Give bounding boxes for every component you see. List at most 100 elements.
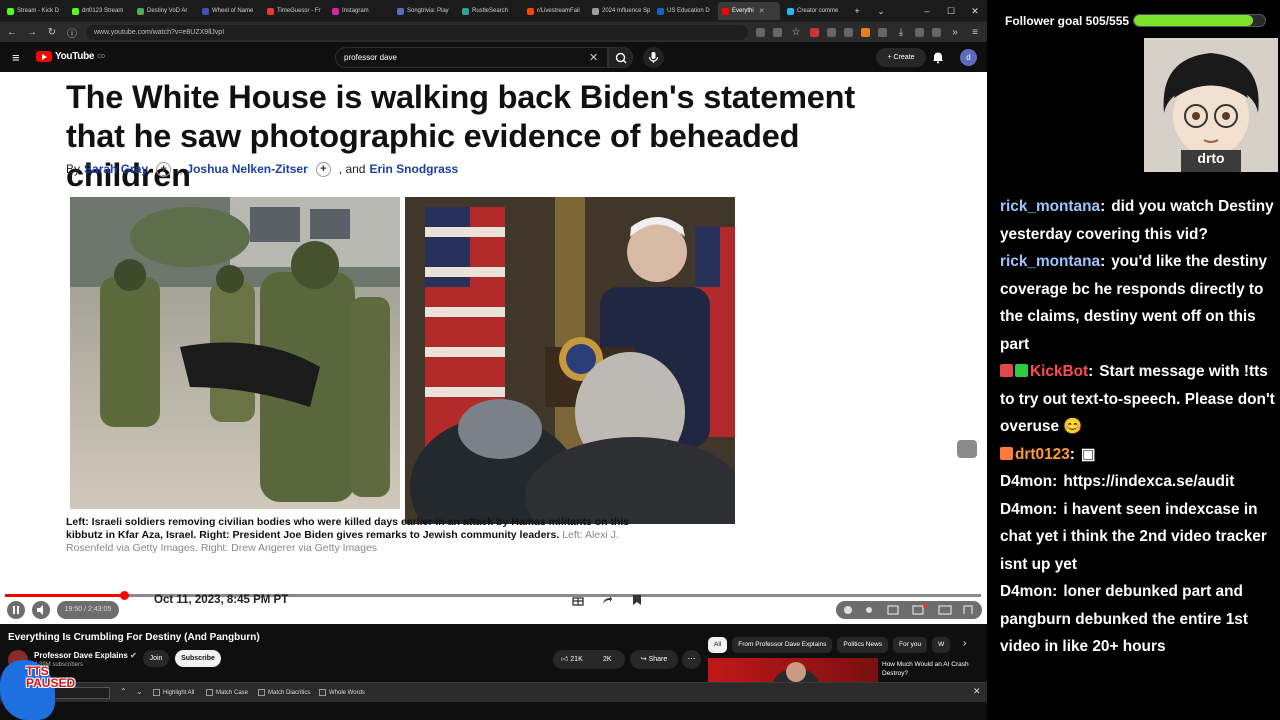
close-tab-icon[interactable]: ✕ bbox=[759, 7, 765, 15]
tab-label: Creator comme bbox=[797, 8, 839, 14]
browser-tab[interactable]: Creator comme bbox=[783, 2, 845, 20]
extension-icon[interactable] bbox=[756, 27, 765, 37]
channel-name[interactable]: Professor Dave Explains ✔ bbox=[34, 651, 137, 660]
search-button[interactable] bbox=[608, 47, 633, 68]
filter-chip[interactable]: W bbox=[932, 637, 951, 653]
filter-chip[interactable]: All bbox=[708, 637, 728, 653]
browser-tab[interactable]: US Education D bbox=[653, 2, 715, 20]
find-option[interactable]: Highlight All bbox=[153, 689, 194, 696]
tab-label: Stream - Kick D bbox=[17, 8, 60, 14]
maximize-icon[interactable]: ☐ bbox=[939, 6, 963, 17]
browser-tab[interactable]: Destiny VoD Ar bbox=[133, 2, 195, 20]
chat-username[interactable]: rick_montana: bbox=[1000, 198, 1105, 215]
notifications-bell-icon[interactable] bbox=[931, 50, 945, 64]
bookmark-icon[interactable] bbox=[631, 594, 643, 606]
follower-goal-fill bbox=[1134, 15, 1254, 26]
youtube-logo[interactable]: YouTube CO bbox=[36, 51, 105, 62]
video-player[interactable]: The White House is walking back Biden's … bbox=[0, 72, 987, 624]
like-button[interactable]: 👍︎ 21K bbox=[561, 650, 583, 669]
browser-tab[interactable]: r/LivestreamFail bbox=[523, 2, 585, 20]
extension-icon[interactable] bbox=[932, 27, 941, 37]
chat-username[interactable]: drt0123: bbox=[1015, 446, 1075, 463]
overflow-chevron-icon[interactable]: » bbox=[949, 27, 961, 38]
volume-button[interactable] bbox=[32, 601, 50, 619]
checkbox-icon[interactable] bbox=[206, 689, 213, 696]
extension-icon[interactable] bbox=[810, 27, 819, 37]
hamburger-menu-icon[interactable]: ≡ bbox=[12, 50, 20, 65]
back-icon[interactable]: ← bbox=[6, 27, 18, 38]
more-actions-icon[interactable]: ⋯ bbox=[682, 650, 701, 669]
share-button[interactable]: ↪ Share bbox=[630, 650, 678, 669]
share-arrow-icon[interactable] bbox=[601, 594, 613, 606]
clear-search-icon[interactable]: ✕ bbox=[589, 51, 598, 64]
account-avatar[interactable]: d bbox=[960, 49, 977, 66]
follow-author-icon[interactable]: + bbox=[315, 162, 331, 177]
extension-icon[interactable] bbox=[844, 27, 853, 37]
chat-message: D4mon: https://indexca.se/audit bbox=[1000, 468, 1276, 496]
find-option[interactable]: Match Case bbox=[206, 689, 248, 696]
browser-tab[interactable]: RustleSearch bbox=[458, 2, 520, 20]
browser-tab[interactable]: Stream - Kick D bbox=[3, 2, 65, 20]
pause-button[interactable] bbox=[7, 601, 25, 619]
chat-username[interactable]: D4mon: bbox=[1000, 501, 1057, 518]
extension-icon[interactable] bbox=[861, 27, 870, 37]
find-next-icon[interactable]: ⌄ bbox=[136, 687, 143, 696]
find-option-label: Highlight All bbox=[163, 689, 195, 696]
follow-author-icon[interactable]: + bbox=[156, 162, 172, 177]
chat-message-text: ▣ bbox=[1080, 445, 1096, 463]
browser-tab[interactable]: Instagram bbox=[328, 2, 390, 20]
site-info-icon[interactable]: ⓘ bbox=[66, 25, 78, 40]
forward-icon[interactable]: → bbox=[26, 27, 38, 38]
tab-list-dropdown-icon[interactable]: ⌄ bbox=[869, 6, 893, 17]
progress-bar[interactable] bbox=[5, 591, 981, 600]
checkbox-icon[interactable] bbox=[319, 689, 326, 696]
create-button[interactable]: + Create bbox=[876, 48, 926, 67]
filter-chip[interactable]: From Professor Dave Explains bbox=[732, 637, 833, 653]
recommended-video-thumbnail[interactable] bbox=[708, 658, 878, 684]
chat-username[interactable]: rick_montana: bbox=[1000, 253, 1105, 270]
browser-tab[interactable]: Everythi ✕ bbox=[718, 2, 780, 20]
browser-tab[interactable]: Songtrivia: Play bbox=[393, 2, 455, 20]
browser-tab[interactable]: Wheel of Name bbox=[198, 2, 260, 20]
author-link[interactable]: Sarah Gray bbox=[84, 161, 148, 178]
find-option[interactable]: Whole Words bbox=[319, 689, 365, 696]
tab-favicon-icon bbox=[397, 7, 404, 15]
chips-next-chevron-icon[interactable]: › bbox=[963, 638, 966, 649]
find-previous-icon[interactable]: ⌃ bbox=[120, 687, 127, 696]
extension-icon[interactable] bbox=[773, 27, 782, 37]
browser-tab[interactable]: 2024 Influence Spe bbox=[588, 2, 650, 20]
dislike-button[interactable]: 2K bbox=[603, 650, 612, 669]
author-link[interactable]: Erin Snodgrass bbox=[369, 161, 458, 178]
reload-icon[interactable]: ↻ bbox=[46, 27, 58, 38]
picture-in-picture-button[interactable] bbox=[957, 440, 977, 458]
recommended-video-title[interactable]: How Much Would an AI Crash Destroy? bbox=[882, 660, 982, 678]
join-button[interactable]: Join bbox=[143, 650, 169, 667]
close-window-icon[interactable]: ✕ bbox=[963, 6, 987, 17]
extension-icon[interactable] bbox=[827, 27, 836, 37]
gift-icon[interactable] bbox=[572, 594, 584, 606]
extension-icon[interactable] bbox=[915, 27, 924, 37]
checkbox-icon[interactable] bbox=[258, 689, 265, 696]
voice-search-button[interactable] bbox=[643, 47, 664, 68]
chat-username[interactable]: D4mon: bbox=[1000, 473, 1057, 490]
new-tab-button[interactable]: + bbox=[845, 6, 869, 16]
minimize-icon[interactable]: – bbox=[915, 6, 939, 16]
subscribe-button[interactable]: Subscribe bbox=[175, 650, 221, 667]
find-option[interactable]: Match Diacritics bbox=[258, 689, 310, 696]
search-input[interactable]: professor dave bbox=[335, 47, 608, 68]
chat-username[interactable]: D4mon: bbox=[1000, 583, 1057, 600]
filter-chip[interactable]: Politics News bbox=[837, 637, 889, 653]
filter-chip[interactable]: For you bbox=[893, 637, 928, 653]
close-find-bar-icon[interactable]: ✕ bbox=[973, 686, 981, 697]
browser-tab[interactable]: TimeGuessr - Fr bbox=[263, 2, 325, 20]
checkbox-icon[interactable] bbox=[153, 689, 160, 696]
scrubber-handle[interactable] bbox=[120, 591, 130, 600]
chat-username[interactable]: KickBot: bbox=[1030, 363, 1093, 380]
app-menu-icon[interactable]: ≡ bbox=[969, 27, 981, 38]
download-icon[interactable]: ⤓ bbox=[895, 27, 907, 38]
bookmark-star-icon[interactable]: ☆ bbox=[790, 27, 802, 38]
browser-tab[interactable]: drt0123 Stream bbox=[68, 2, 130, 20]
url-field[interactable]: www.youtube.com/watch?v=e8UZX9llJvpI bbox=[86, 24, 748, 40]
author-link[interactable]: Joshua Nelken-Zitser bbox=[186, 161, 307, 178]
extension-icon[interactable] bbox=[878, 27, 887, 37]
